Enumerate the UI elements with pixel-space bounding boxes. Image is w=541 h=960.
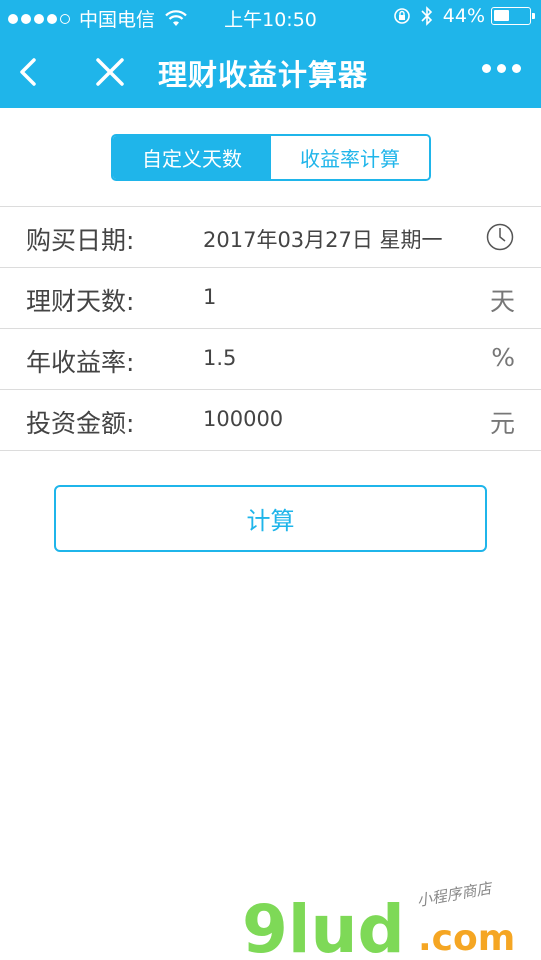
more-icon[interactable]	[476, 64, 521, 73]
watermark-brand: 9lud	[242, 891, 405, 960]
orientation-lock-icon	[393, 8, 410, 24]
tab-custom-days[interactable]: 自定义天数	[113, 136, 271, 179]
amount-input[interactable]: 100000	[203, 407, 283, 431]
bluetooth-icon	[421, 6, 432, 26]
purchase-date-row[interactable]: 购买日期: 2017年03月27日 星期一	[0, 207, 541, 268]
battery-percent: 44%	[442, 5, 485, 27]
mode-segment-control: 自定义天数 收益率计算	[111, 134, 431, 181]
tab-rate-calc[interactable]: 收益率计算	[271, 136, 429, 179]
close-icon[interactable]	[94, 56, 126, 88]
status-right: 44%	[393, 5, 535, 27]
battery-icon	[491, 7, 535, 25]
watermark-domain: .com	[418, 918, 515, 959]
rate-label: 年收益率:	[26, 348, 135, 377]
rate-row: 年收益率: 1.5 %	[0, 329, 541, 390]
site-watermark: 9lud .com 小程序商店	[242, 880, 515, 960]
back-icon[interactable]	[14, 52, 44, 92]
calculator-form: 购买日期: 2017年03月27日 星期一 理财天数: 1 天 年收益率: 1.…	[0, 206, 541, 451]
amount-unit: 元	[489, 409, 515, 438]
purchase-date-label: 购买日期:	[26, 226, 135, 255]
calculate-button[interactable]: 计算	[54, 485, 487, 552]
app-header: 中国电信 上午10:50 44% 理财收益计算器	[0, 0, 541, 108]
rate-input[interactable]: 1.5	[203, 346, 236, 370]
purchase-date-value[interactable]: 2017年03月27日 星期一	[203, 224, 443, 254]
days-unit: 天	[489, 287, 515, 316]
watermark-tagline: 小程序商店	[416, 880, 495, 910]
days-input[interactable]: 1	[203, 285, 216, 309]
amount-row: 投资金额: 100000 元	[0, 390, 541, 451]
page-title: 理财收益计算器	[158, 58, 369, 92]
amount-label: 投资金额:	[26, 409, 135, 438]
status-bar: 中国电信 上午10:50 44%	[0, 0, 541, 34]
days-label: 理财天数:	[26, 287, 135, 316]
rate-unit: %	[491, 343, 515, 372]
clock-icon[interactable]	[485, 222, 515, 252]
nav-bar: 理财收益计算器	[0, 34, 541, 108]
days-row: 理财天数: 1 天	[0, 268, 541, 329]
